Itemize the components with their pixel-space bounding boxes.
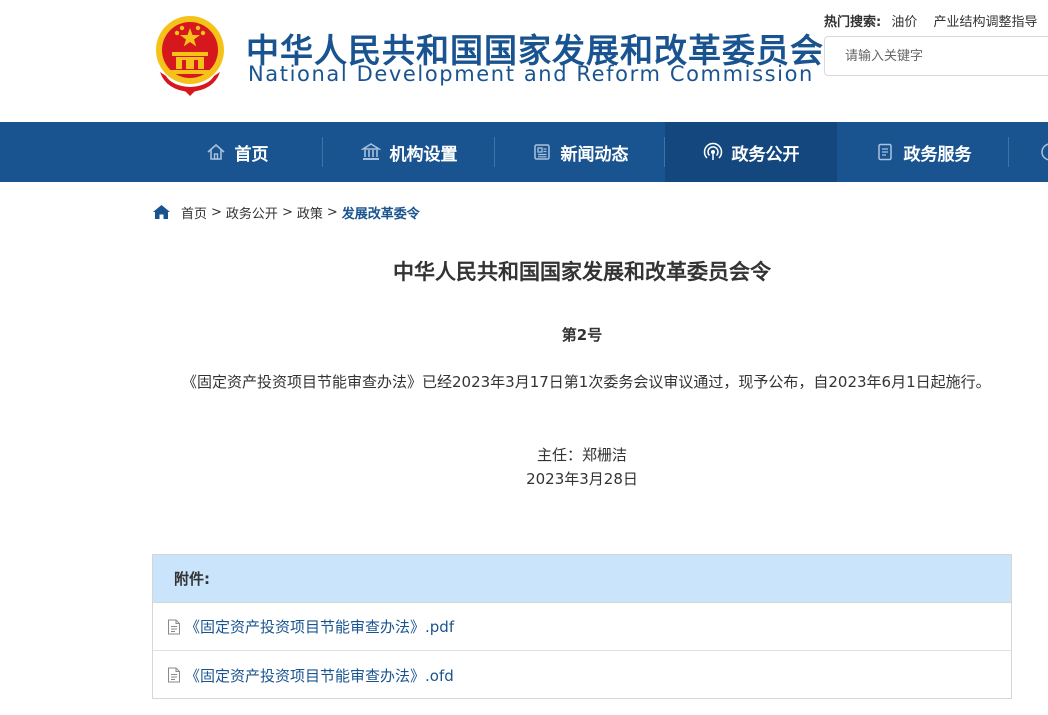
attachment-link-ofd[interactable]: 《固定资产投资项目节能审查办法》.ofd: [185, 665, 454, 686]
file-icon: [168, 619, 180, 634]
nav-item-gov-services[interactable]: 政务服务: [854, 122, 992, 182]
nav-label-institutions: 机构设置: [389, 144, 458, 165]
site-header: 中华人民共和国国家发展和改革委员会 National Development a…: [0, 0, 1048, 122]
article-signer: 主任：郑栅洁: [536, 446, 627, 464]
national-emblem-icon[interactable]: [152, 14, 228, 96]
article-body: 《固定资产投资项目节能审查办法》已经2023年3月17日第1次委务会议审议通过，…: [182, 373, 991, 391]
institution-icon: [360, 143, 381, 160]
attachments-heading: 附件:: [153, 555, 1011, 603]
attachment-item[interactable]: 《固定资产投资项目节能审查办法》.pdf: [153, 603, 1011, 651]
breadcrumb-home-icon[interactable]: [152, 204, 171, 220]
order-number: 第2号: [561, 326, 603, 344]
nav-item-home[interactable]: 首页: [185, 122, 289, 182]
nav-divider: [494, 137, 495, 167]
breadcrumb-separator: >: [281, 204, 293, 220]
news-icon: [533, 144, 550, 160]
hot-search-label: 热门搜索:: [824, 15, 882, 30]
breadcrumb-current[interactable]: 发展改革委令: [342, 203, 420, 222]
nav-item-news[interactable]: 新闻动态: [512, 122, 648, 182]
org-name-en[interactable]: National Development and Reform Commissi…: [248, 62, 814, 86]
nav-label-gov-affairs: 政务公开: [731, 144, 800, 165]
nav-item-institutions[interactable]: 机构设置: [340, 122, 478, 182]
breadcrumb-separator: >: [211, 204, 222, 220]
main-nav: 首页 机构设置 新闻动态 政务公开 政务服务: [0, 122, 1048, 182]
nav-divider: [1008, 137, 1009, 167]
search-box: [824, 36, 1048, 76]
search-input[interactable]: [825, 37, 1048, 75]
article-title: 中华人民共和国国家发展和改革委员会令: [393, 260, 771, 284]
document-icon: [877, 143, 892, 161]
breadcrumb: 首页 > 政务公开 > 政策 > 发展改革委令: [152, 202, 420, 222]
breadcrumb-separator: >: [326, 204, 338, 220]
nav-label-gov-services: 政务服务: [903, 144, 972, 165]
breadcrumb-home[interactable]: 首页: [181, 203, 207, 222]
breadcrumb-gov-affairs[interactable]: 政务公开: [226, 203, 278, 222]
hot-link-oil-price[interactable]: 油价: [891, 15, 917, 30]
nav-label-news: 新闻动态: [560, 144, 629, 165]
breadcrumb-policy[interactable]: 政策: [297, 203, 323, 222]
broadcast-icon: [703, 142, 722, 160]
article-date: 2023年3月28日: [526, 470, 638, 488]
file-icon: [168, 667, 180, 683]
nav-label-home: 首页: [234, 144, 269, 165]
hot-link-industrial-guide[interactable]: 产业结构调整指导: [934, 15, 1038, 30]
attachment-link-pdf[interactable]: 《固定资产投资项目节能审查办法》.pdf: [185, 616, 454, 637]
nav-next-icon[interactable]: [1040, 142, 1048, 162]
nav-item-gov-affairs[interactable]: 政务公开: [665, 122, 837, 182]
hot-search: 热门搜索: 油价 产业结构调整指导: [824, 11, 1038, 30]
home-icon: [206, 143, 225, 160]
nav-divider: [322, 137, 323, 167]
attachment-item[interactable]: 《固定资产投资项目节能审查办法》.ofd: [153, 651, 1011, 699]
attachments-panel: 附件: 《固定资产投资项目节能审查办法》.pdf 《固定资产投资项目节能审查办法…: [152, 554, 1012, 699]
